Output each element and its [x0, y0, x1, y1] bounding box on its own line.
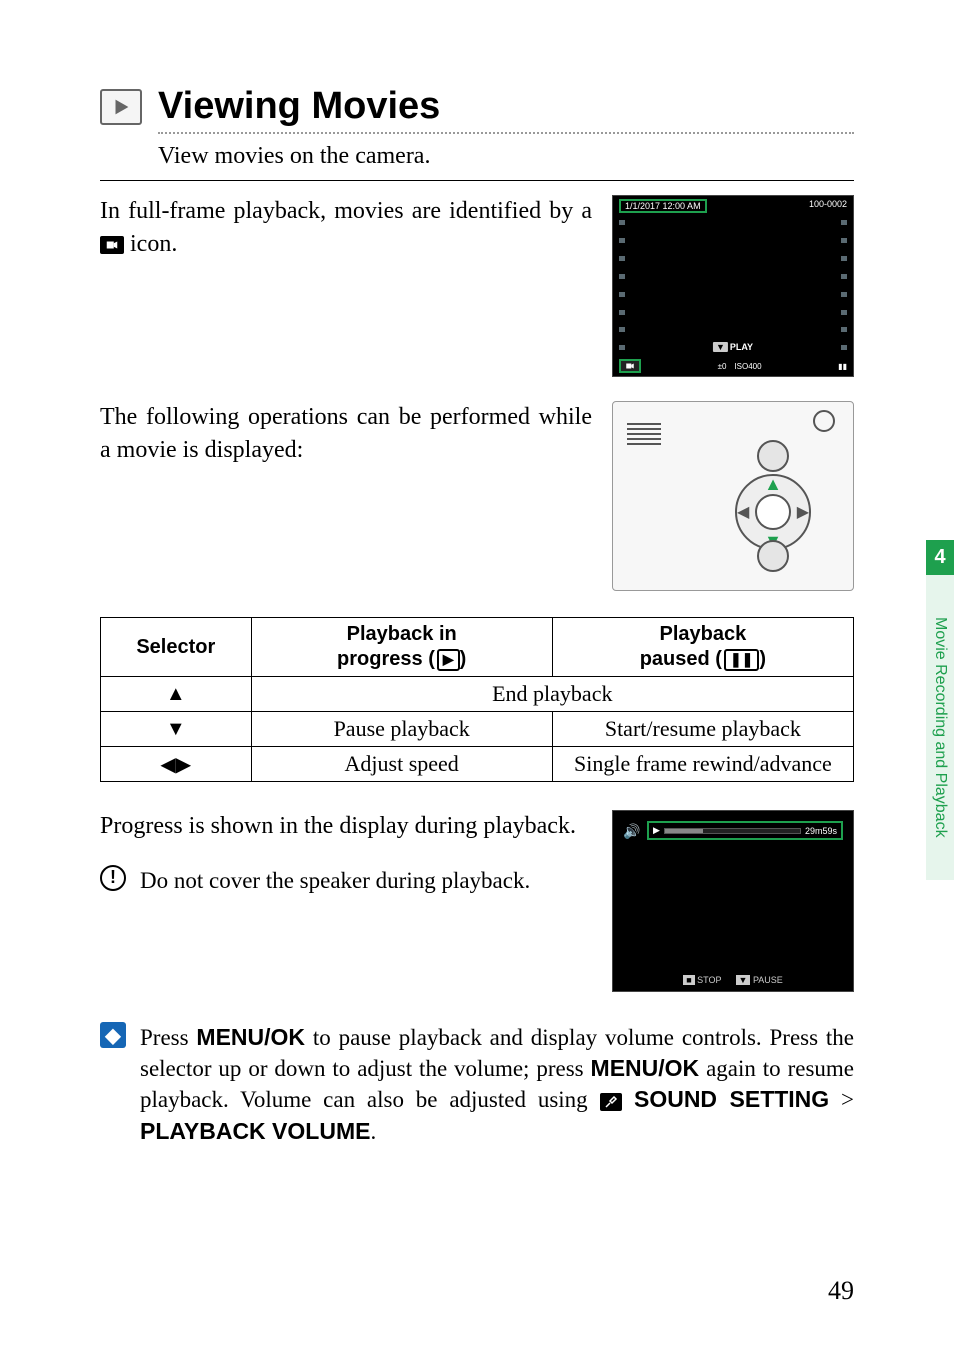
wrench-icon [600, 1093, 622, 1111]
page-subtitle: View movies on the camera. [158, 140, 854, 172]
tip-text: Press MENU/OK to pause playback and disp… [140, 1022, 854, 1146]
page-number: 49 [828, 1276, 854, 1306]
lcd-battery-icon: ▮▮ [838, 362, 847, 371]
chapter-label: Movie Recording and Playback [926, 575, 954, 880]
cell-end-playback: End playback [251, 677, 853, 712]
lcd2-footer: ■ STOP ▼ PAUSE [613, 975, 853, 985]
selector-leftright-icon: ◀▶ [101, 747, 252, 782]
title-divider [158, 132, 854, 134]
chapter-side-tab: 4 Movie Recording and Playback [926, 540, 954, 880]
progress-text: Progress is shown in the display during … [100, 810, 592, 842]
section-rule [100, 180, 854, 181]
tip-icon: ◆ [100, 1022, 126, 1048]
progress-bar-box: ▶ 29m59s [647, 821, 843, 840]
table-row: ▲ End playback [101, 677, 854, 712]
lcd-play-indicator: ▼ PLAY [713, 342, 753, 352]
operations-intro: The following operations can be performe… [100, 401, 592, 466]
lcd-footer: ±0 ISO400 ▮▮ [613, 359, 853, 373]
camera-body-diagram: ▲ ▼ ◀ ▶ [612, 401, 854, 591]
progress-play-icon: ▶ [653, 825, 660, 836]
selector-down-icon: ▼ [101, 712, 252, 747]
camera-lcd-progress: 🔊 ▶ 29m59s ■ STOP ▼ PAUSE [612, 810, 854, 992]
play-icon: ▶ [437, 649, 460, 671]
lcd-fileno: 100-0002 [809, 199, 847, 209]
caution-text: Do not cover the speaker during playback… [140, 865, 530, 896]
selector-up-icon: ▲ [101, 677, 252, 712]
th-selector: Selector [101, 618, 252, 677]
th-progress: Playback in progress (▶) [251, 618, 552, 677]
pause-icon: ❚❚ [724, 649, 759, 671]
lcd-right-ticks [841, 220, 847, 350]
chapter-number: 4 [926, 540, 954, 575]
th-paused: Playback paused (❚❚) [552, 618, 853, 677]
progress-bar [664, 828, 801, 834]
playback-mode-icon [100, 89, 142, 125]
progress-time: 29m59s [805, 826, 837, 836]
speaker-icon: 🔊 [623, 823, 640, 840]
intro-text: In full-frame playback, movies are ident… [100, 195, 592, 260]
lcd-left-ticks [619, 220, 625, 350]
camera-lcd-playback: 1/1/2017 12:00 AM 100-0002 ▼ PLAY ±0 [612, 195, 854, 377]
table-row: ◀▶ Adjust speed Single frame rewind/adva… [101, 747, 854, 782]
page-title: Viewing Movies [158, 85, 440, 128]
operations-table: Selector Playback in progress (▶) Playba… [100, 617, 854, 782]
movie-icon [100, 236, 124, 254]
selector-dpad-icon: ▲ ▼ ◀ ▶ [735, 474, 811, 550]
table-row: ▼ Pause playback Start/resume playback [101, 712, 854, 747]
lcd-datetime: 1/1/2017 12:00 AM [619, 199, 707, 213]
caution-icon: ! [100, 865, 126, 891]
lcd-movie-badge [619, 359, 641, 373]
